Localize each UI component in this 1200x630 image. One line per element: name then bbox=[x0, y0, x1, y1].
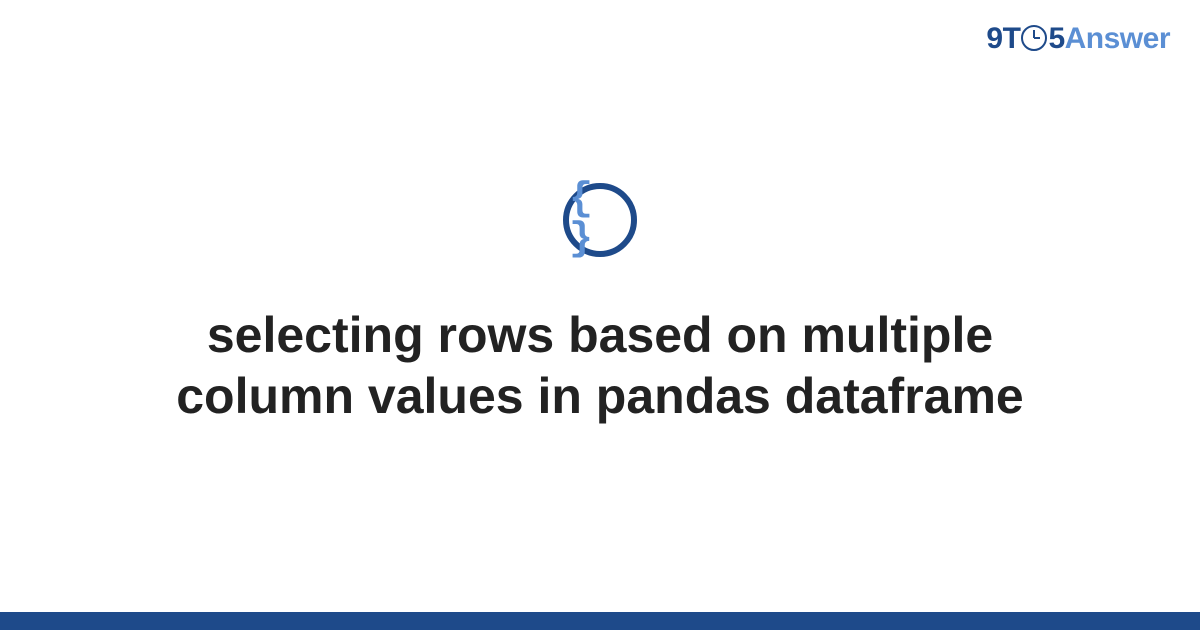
code-braces-icon: { } bbox=[563, 183, 637, 257]
main-content: { } selecting rows based on multiple col… bbox=[0, 0, 1200, 630]
braces-glyph: { } bbox=[569, 180, 631, 260]
footer-bar bbox=[0, 612, 1200, 630]
page-title: selecting rows based on multiple column … bbox=[100, 305, 1100, 427]
